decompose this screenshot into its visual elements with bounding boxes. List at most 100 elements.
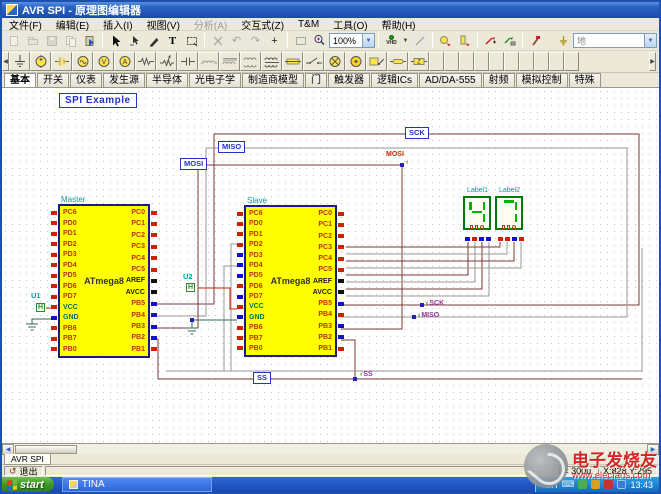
hammer-tool-button[interactable] [526, 32, 545, 49]
inductor-component[interactable] [198, 52, 219, 71]
chip-pin[interactable]: GND [63, 314, 79, 321]
chip-pin[interactable]: PB0 [63, 346, 77, 353]
tray-icon[interactable] [617, 480, 626, 489]
chip-pin[interactable]: PD4 [63, 262, 77, 269]
chip-pin[interactable]: PB6 [249, 324, 263, 331]
chip-pin[interactable]: PB7 [63, 335, 77, 342]
net-label-combobox[interactable]: 地▼ [573, 33, 657, 48]
scroll-left-arrow[interactable]: ◀ [2, 444, 14, 455]
chip-pin[interactable]: PD6 [249, 283, 263, 290]
transformer-component[interactable] [240, 52, 261, 71]
chip-pin[interactable]: PC0 [131, 209, 145, 216]
component-tab[interactable]: 基本 [4, 73, 36, 87]
chip-pin[interactable]: PC6 [63, 209, 77, 216]
chip-pin[interactable]: AREF [126, 277, 145, 284]
slave-high-node[interactable]: H [186, 283, 195, 292]
slave-chip[interactable]: Slave ATmega8 PC6PD0PD1PD2PD3PD4PD5PD6PD… [244, 205, 337, 357]
chip-pin[interactable]: PD6 [63, 283, 77, 290]
component-tab[interactable]: 射频 [483, 73, 515, 87]
net-label-miso[interactable]: MISO [218, 141, 245, 153]
select-region-button[interactable] [182, 32, 201, 49]
language-indicator[interactable]: CH [544, 480, 557, 490]
component-tab[interactable]: 发生源 [103, 73, 145, 87]
sheet-tab[interactable]: AVR SPI [4, 454, 51, 465]
chip-pin[interactable]: VCC [249, 303, 264, 310]
add-point-button[interactable]: + [265, 32, 284, 49]
chip-pin[interactable]: PC4 [131, 255, 145, 262]
tray-icon[interactable] [578, 480, 587, 489]
voltmeter-component[interactable]: V [93, 52, 114, 71]
chip-pin[interactable]: PB6 [63, 325, 77, 332]
lamp-component[interactable] [324, 52, 345, 71]
text-tool-button[interactable]: T [163, 32, 182, 49]
battery-component[interactable] [51, 52, 72, 71]
chip-pin[interactable]: AREF [313, 278, 332, 285]
chip-pin[interactable]: PB5 [318, 300, 332, 307]
menu-item[interactable]: 文件(F) [2, 17, 49, 32]
connector-ss[interactable]: ‹SS [360, 371, 373, 378]
fuse-component[interactable] [282, 52, 303, 71]
ammeter-component[interactable]: A [114, 52, 135, 71]
component-tab[interactable]: AD/DA-555 [419, 73, 482, 87]
net-label-mosi[interactable]: MOSI [180, 158, 207, 170]
ground-net-button[interactable] [554, 32, 573, 49]
horizontal-scrollbar[interactable]: ◀ ▶ [2, 443, 659, 454]
taskbar-clock[interactable]: 13:43 [630, 480, 653, 490]
chip-pin[interactable]: PB1 [318, 345, 332, 352]
chip-pin[interactable]: PD7 [249, 293, 263, 300]
master-chip[interactable]: Master ATmega8 PC6PD0PD1PD2PD3PD4PD5PD6P… [58, 204, 150, 358]
chip-pin[interactable]: GND [249, 314, 265, 321]
task-button[interactable]: TINA [62, 477, 212, 492]
seven-seg-display[interactable]: Label1 [463, 187, 492, 230]
menu-item[interactable]: 编辑(E) [49, 17, 96, 32]
component-pointer-button[interactable] [125, 32, 144, 49]
connector-miso[interactable]: ‹MISO [418, 312, 439, 319]
chip-pin[interactable]: PC6 [249, 210, 263, 217]
delete-button[interactable] [208, 32, 227, 49]
chip-pin[interactable]: PC2 [131, 232, 145, 239]
tray-icon[interactable] [604, 480, 613, 489]
chip-pin[interactable]: PD0 [249, 220, 263, 227]
chip-pin[interactable]: PD2 [249, 241, 263, 248]
chip-pin[interactable]: PC5 [318, 266, 332, 273]
component-tab[interactable]: 逻辑ICs [371, 73, 418, 87]
chip-pin[interactable]: PB1 [131, 346, 145, 353]
menu-item[interactable]: 视图(V) [140, 17, 187, 32]
coupled-inductor-component[interactable] [219, 52, 240, 71]
chip-pin[interactable]: PC4 [318, 255, 332, 262]
tray-icon[interactable] [591, 480, 600, 489]
menu-item[interactable]: 交互式(Z) [234, 17, 291, 32]
menu-item[interactable]: T&M [291, 19, 326, 30]
zoom-level-combobox[interactable]: 100%▼ [329, 33, 375, 48]
net-label-sck[interactable]: SCK [405, 127, 429, 139]
open-button[interactable] [23, 32, 42, 49]
scrollbar-thumb[interactable] [15, 445, 77, 454]
connector-sck[interactable]: ‹SCK [426, 300, 444, 307]
relay-component[interactable] [366, 52, 387, 71]
menu-item[interactable]: 插入(I) [96, 17, 139, 32]
new-button[interactable] [4, 32, 23, 49]
vhd-dropdown-button[interactable]: ▼ [401, 32, 410, 49]
chevron-down-icon[interactable]: ▼ [644, 34, 656, 47]
voltage-generator-component[interactable] [72, 52, 93, 71]
chip-pin[interactable]: AVCC [126, 289, 145, 296]
master-high-node[interactable]: H [36, 303, 45, 312]
voltage-source-component[interactable] [30, 52, 51, 71]
palette-scroll-left[interactable]: ◀ [2, 52, 9, 71]
copy-button[interactable] [61, 32, 80, 49]
potentiometer-component[interactable] [156, 52, 177, 71]
chip-pin[interactable]: PD5 [63, 272, 77, 279]
chip-pin[interactable]: PD1 [249, 231, 263, 238]
net-label-ss[interactable]: SS [253, 372, 271, 384]
chip-pin[interactable]: PD0 [63, 220, 77, 227]
chip-pin[interactable]: PB3 [318, 323, 332, 330]
chip-pin[interactable]: PC1 [318, 221, 332, 228]
chip-pin[interactable]: PD5 [249, 272, 263, 279]
chip-pin[interactable]: AVCC [313, 289, 332, 296]
component-tab[interactable]: 半导体 [146, 73, 188, 87]
chip-pin[interactable]: PC3 [318, 244, 332, 251]
chip-pin[interactable]: PD7 [63, 293, 77, 300]
palette-scroll-right[interactable]: ▶ [649, 52, 656, 71]
chip-pin[interactable]: PB2 [318, 334, 332, 341]
impedance-component[interactable]: Z [408, 52, 429, 71]
